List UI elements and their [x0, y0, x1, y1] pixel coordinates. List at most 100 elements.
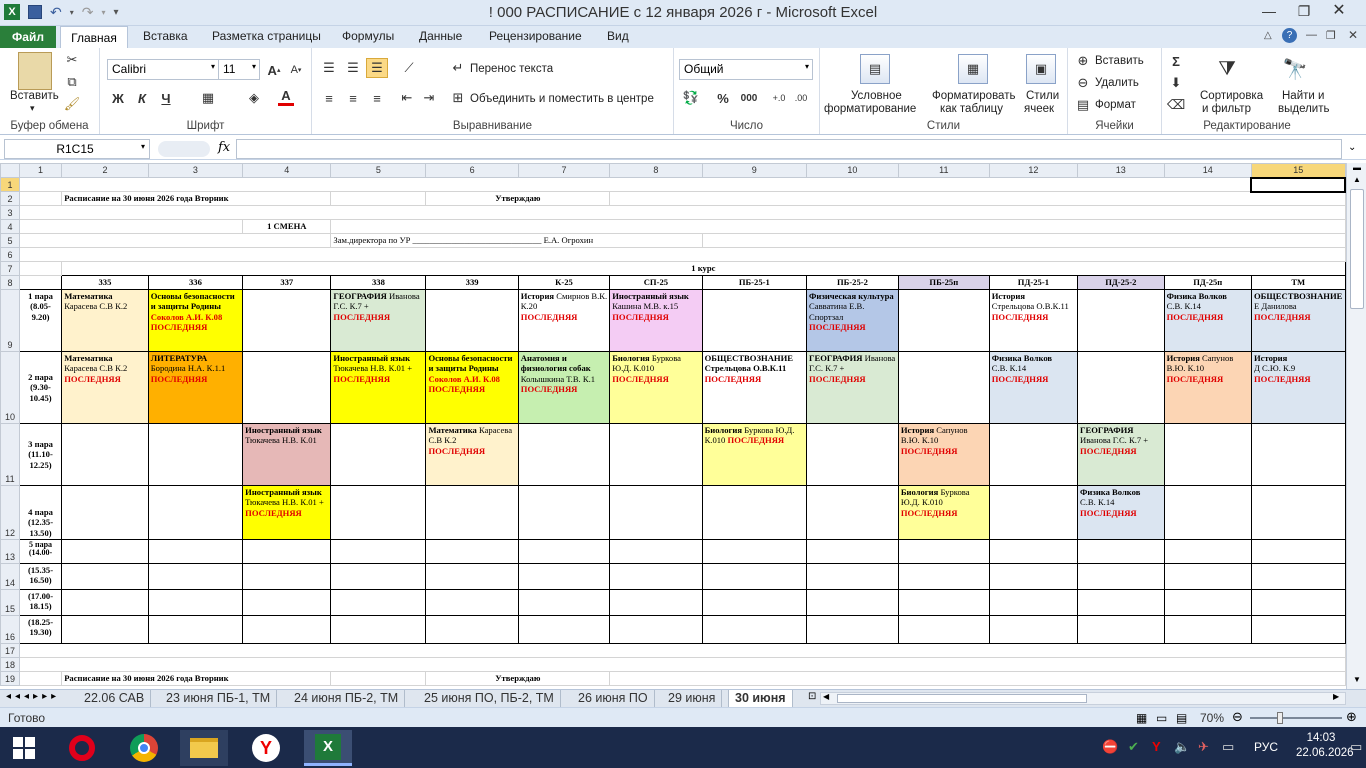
- lesson-cell[interactable]: [897, 615, 990, 644]
- lesson-cell[interactable]: История Смирнов В.К. К.20 ПОСЛЕДНЯЯ: [517, 289, 611, 352]
- help-icon[interactable]: ?: [1282, 28, 1297, 43]
- shift-label[interactable]: 1 СМЕНА: [242, 219, 332, 234]
- format-cells-icon[interactable]: ▤: [1076, 97, 1090, 112]
- pair-label[interactable]: 3 пара (11.10-12.25): [18, 423, 63, 486]
- keyboard-language[interactable]: РУС: [1254, 740, 1278, 754]
- pair-label[interactable]: (18.25-19.30): [18, 615, 63, 644]
- lesson-cell[interactable]: [988, 539, 1079, 564]
- lesson-cell[interactable]: [988, 615, 1079, 644]
- row-header-19[interactable]: 19: [0, 671, 20, 686]
- lesson-cell[interactable]: [701, 563, 808, 590]
- lesson-cell[interactable]: [609, 539, 703, 564]
- lesson-cell[interactable]: [147, 423, 244, 486]
- lesson-cell[interactable]: [1077, 351, 1165, 424]
- lesson-cell[interactable]: [1077, 289, 1165, 352]
- lesson-cell[interactable]: [61, 423, 149, 486]
- find-select-line1[interactable]: Найти и: [1282, 90, 1324, 102]
- format-painter-icon[interactable]: 🖌: [64, 96, 81, 112]
- pair-label[interactable]: (15.35-16.50): [18, 563, 63, 590]
- wrap-text-icon[interactable]: ↵: [450, 60, 466, 76]
- scroll-up-icon[interactable]: ▲: [1350, 175, 1364, 187]
- vertical-scrollbar[interactable]: ▬ ▲ ▼: [1346, 163, 1366, 689]
- decrease-indent-icon[interactable]: ⇤: [398, 90, 416, 106]
- row-header-18[interactable]: 18: [0, 657, 20, 672]
- lesson-cell[interactable]: История Сапунов В.Ю. К.10 ПОСЛЕДНЯЯ: [897, 423, 990, 486]
- tab-review[interactable]: Рецензирование: [489, 29, 582, 43]
- align-left-icon[interactable]: ≡: [320, 90, 338, 106]
- lesson-cell[interactable]: [897, 539, 990, 564]
- lesson-cell[interactable]: Анатомия и физиология собак Колышкина Т.В…: [517, 351, 611, 424]
- lesson-cell[interactable]: Физика Волков С.В. К.14 ПОСЛЕДНЯЯ: [1163, 289, 1252, 352]
- course-label[interactable]: 1 курс: [61, 261, 1346, 276]
- lesson-cell[interactable]: Физическая культура Савватина Е.В. Спортз…: [806, 289, 899, 352]
- row-header-16[interactable]: 16: [0, 615, 20, 644]
- lesson-cell[interactable]: [988, 485, 1079, 540]
- col-header-10[interactable]: 10: [806, 163, 899, 178]
- lesson-cell[interactable]: [988, 563, 1079, 590]
- start-windows-icon[interactable]: [0, 730, 48, 766]
- tray-check-icon[interactable]: ✔: [1128, 739, 1139, 755]
- tab-page-layout[interactable]: Разметка страницы: [212, 29, 321, 43]
- increase-decimal-icon[interactable]: +.0: [770, 90, 788, 106]
- col-header-5[interactable]: 5: [330, 163, 427, 178]
- paste-dropdown-icon[interactable]: ▾: [30, 103, 35, 114]
- lesson-cell[interactable]: [1250, 563, 1346, 590]
- pair-label[interactable]: 5 пара (14.00-: [18, 539, 63, 564]
- col-header-9[interactable]: 9: [701, 163, 808, 178]
- scroll-down-icon[interactable]: ▼: [1350, 675, 1364, 687]
- pair-label[interactable]: 2 пара (9.30-10.45): [18, 351, 63, 424]
- yandex-browser-icon[interactable]: Y: [242, 730, 290, 766]
- col-header-13[interactable]: 13: [1077, 163, 1165, 178]
- lesson-cell[interactable]: [425, 563, 519, 590]
- conditional-formatting-icon[interactable]: ▤: [860, 54, 890, 84]
- shrink-font-icon[interactable]: A ▾: [288, 62, 304, 78]
- cell[interactable]: [18, 191, 63, 206]
- group-header[interactable]: ПД-25п: [1163, 275, 1252, 290]
- expand-formula-bar-icon[interactable]: ⌄: [1348, 142, 1356, 153]
- lesson-cell[interactable]: [517, 423, 611, 486]
- merge-center-button[interactable]: Объединить и поместить в центре: [470, 93, 654, 105]
- lesson-cell[interactable]: [242, 289, 332, 352]
- align-bottom-icon[interactable]: ☰: [366, 58, 388, 78]
- lesson-cell[interactable]: [147, 589, 244, 616]
- bold-button[interactable]: Ж: [110, 90, 126, 106]
- lesson-cell[interactable]: [1077, 589, 1165, 616]
- group-header[interactable]: ПБ-25п: [897, 275, 990, 290]
- sheet-nav-icons[interactable]: ◂◂◂▸▸▸: [6, 691, 60, 702]
- autosum-icon[interactable]: Σ: [1168, 53, 1184, 69]
- wrap-text-button[interactable]: Перенос текста: [470, 63, 553, 75]
- tab-insert[interactable]: Вставка: [143, 29, 188, 43]
- sort-filter-line2[interactable]: и фильтр: [1202, 103, 1251, 115]
- lesson-cell[interactable]: [147, 563, 244, 590]
- pair-label[interactable]: 1 пара (8.05-9.20): [18, 289, 63, 352]
- font-color-icon[interactable]: A: [278, 88, 294, 106]
- underline-button[interactable]: Ч: [158, 90, 174, 106]
- cell[interactable]: [330, 219, 1346, 234]
- lesson-cell[interactable]: ОБЩЕСТВОЗНАНИЕ Е Данилова ПОСЛЕДНЯЯ: [1250, 289, 1346, 352]
- lesson-cell[interactable]: [1077, 539, 1165, 564]
- group-header[interactable]: ПБ-25-2: [806, 275, 899, 290]
- page-layout-view-icon[interactable]: ▭: [1156, 711, 1167, 725]
- tray-sound-icon[interactable]: 🔈: [1174, 739, 1190, 755]
- split-box-icon[interactable]: ▬: [1350, 163, 1364, 173]
- tray-monitor-icon[interactable]: ▭: [1222, 739, 1234, 755]
- minimize-button[interactable]: —: [1252, 0, 1286, 22]
- lesson-cell[interactable]: [1163, 539, 1252, 564]
- lesson-cell[interactable]: [147, 485, 244, 540]
- lesson-cell[interactable]: [330, 615, 427, 644]
- lesson-cell[interactable]: [897, 351, 990, 424]
- select-all-corner[interactable]: [0, 163, 20, 178]
- lesson-cell[interactable]: [147, 615, 244, 644]
- schedule-title-2[interactable]: Расписание на 30 июня 2026 года Вторник: [61, 671, 332, 686]
- lesson-cell[interactable]: [242, 563, 332, 590]
- normal-view-icon[interactable]: ▦: [1136, 711, 1147, 725]
- row-header-11[interactable]: 11: [0, 423, 20, 486]
- zoom-in-icon[interactable]: ⊕: [1346, 709, 1357, 725]
- zoom-out-icon[interactable]: ⊖: [1232, 709, 1243, 725]
- lesson-cell[interactable]: [1250, 485, 1346, 540]
- col-header-15[interactable]: 15: [1250, 163, 1346, 178]
- delete-cells-button[interactable]: Удалить: [1095, 77, 1139, 89]
- align-top-icon[interactable]: ☰: [320, 60, 338, 76]
- group-header[interactable]: 335: [61, 275, 149, 290]
- pair-label[interactable]: (17.00-18.15): [18, 589, 63, 616]
